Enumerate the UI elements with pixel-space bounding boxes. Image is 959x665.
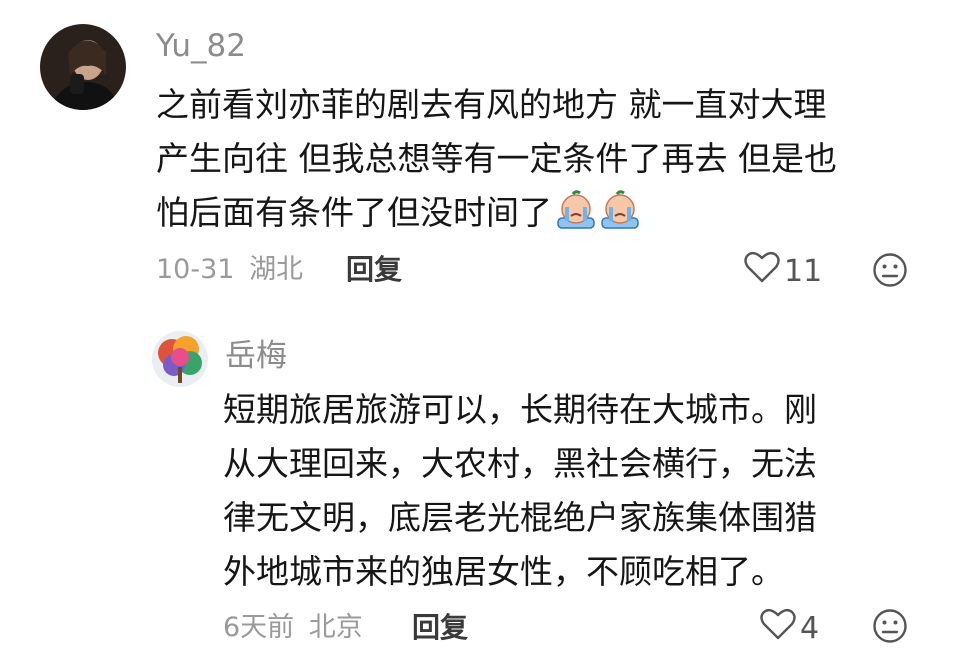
comment-date: 10-31 xyxy=(156,254,235,285)
like-button[interactable]: 11 xyxy=(744,250,822,292)
crying-emoji-icon xyxy=(600,190,640,246)
like-count: 11 xyxy=(784,253,823,289)
comment-line: 外地城市来的独居女性，不顾吃相了。 xyxy=(223,552,784,591)
comment-date: 6天前 xyxy=(223,612,295,643)
reply-button[interactable]: 回复 xyxy=(412,610,468,646)
comment-line: 短期旅居旅游可以，长期待在大城市。刚 xyxy=(223,390,817,429)
like-button[interactable]: 4 xyxy=(760,607,819,649)
comment-username[interactable]: 岳梅 xyxy=(225,336,287,376)
comment-username[interactable]: Yu_82 xyxy=(156,26,246,66)
comment-location: 湖北 xyxy=(249,254,304,285)
avatar[interactable] xyxy=(152,331,208,387)
heart-icon xyxy=(760,607,796,649)
comment-meta: 10-31 湖北 xyxy=(156,252,303,288)
comment-line: 产生向往 但我总想等有一定条件了再去 但是也 xyxy=(156,139,837,178)
comment-text: 之前看刘亦菲的剧去有风的地方 就一直对大理 产生向往 但我总想等有一定条件了再去… xyxy=(156,78,946,246)
comment-line: 怕后面有条件了但没时间了 xyxy=(156,186,946,246)
like-count: 4 xyxy=(800,610,820,646)
dislike-face-icon[interactable] xyxy=(872,608,908,648)
comment-line: 律无文明，底层老光棍绝户家族集体围猎 xyxy=(223,498,817,537)
comment-line: 之前看刘亦菲的剧去有风的地方 就一直对大理 xyxy=(156,85,827,124)
reply-button[interactable]: 回复 xyxy=(346,252,402,288)
comment-location: 北京 xyxy=(308,612,363,643)
comment-text: 短期旅居旅游可以，长期待在大城市。刚 从大理回来，大农村，黑社会横行，无法 律无… xyxy=(223,383,943,599)
crying-emoji-icon xyxy=(556,190,596,246)
heart-icon xyxy=(744,250,780,292)
dislike-face-icon[interactable] xyxy=(872,252,908,292)
avatar[interactable] xyxy=(40,24,126,110)
comment-meta: 6天前 北京 xyxy=(223,610,363,646)
comment-line: 从大理回来，大农村，黑社会横行，无法 xyxy=(223,444,817,483)
